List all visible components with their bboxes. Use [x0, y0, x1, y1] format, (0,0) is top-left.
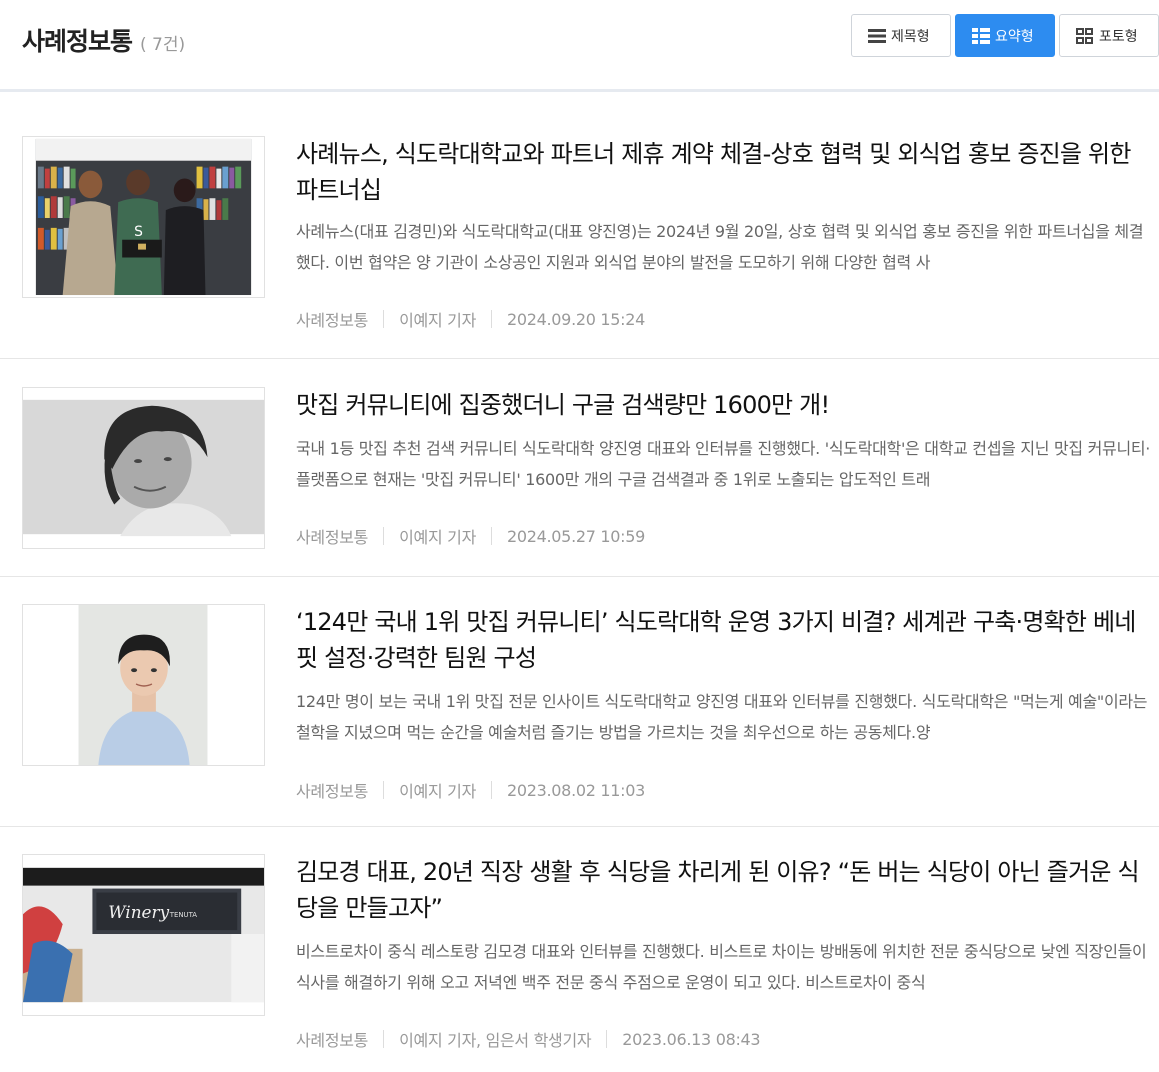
- article-meta: 사례정보통 이예지 기자 2024.09.20 15:24: [296, 307, 645, 331]
- article-item[interactable]: S 사례뉴스, 식도락대학교와 파트너 제휴 계약 체결-상호 협력 및 외식업…: [0, 92, 1159, 359]
- article-content: 김모경 대표, 20년 직장 생활 후 식당을 차리게 된 이유? “돈 버는 …: [296, 854, 1154, 998]
- article-author: 이예지 기자: [399, 311, 476, 330]
- article-title[interactable]: 김모경 대표, 20년 직장 생활 후 식당을 차리게 된 이유? “돈 버는 …: [296, 854, 1154, 926]
- article-date: 2023.08.02 11:03: [507, 780, 646, 800]
- article-thumbnail[interactable]: S: [22, 136, 265, 298]
- article-item[interactable]: ‘124만 국내 1위 맛집 커뮤니티’ 식도락대학 운영 3가지 비결? 세계…: [0, 577, 1159, 827]
- sign-subtext: TENUTA: [169, 911, 198, 919]
- meta-divider: [491, 781, 492, 799]
- article-author: 이예지 기자, 임은서 학생기자: [399, 1031, 592, 1050]
- article-date: 2023.06.13 08:43: [622, 1029, 761, 1049]
- article-thumbnail[interactable]: [22, 604, 265, 766]
- page-heading: 사례정보통 ( 7건): [22, 22, 185, 58]
- article-section: 사례정보통: [296, 311, 369, 330]
- article-section: 사례정보통: [296, 782, 369, 801]
- article-meta: 사례정보통 이예지 기자 2023.08.02 11:03: [296, 778, 645, 802]
- page-header: 사례정보통 ( 7건) 제목형 요약형 포토형: [0, 0, 1159, 92]
- meta-divider: [383, 310, 385, 328]
- article-thumbnail[interactable]: [22, 387, 265, 549]
- article-summary[interactable]: 124만 명이 보는 국내 1위 맛집 전문 인사이트 식도락대학교 양진영 대…: [296, 686, 1154, 748]
- page-title: 사례정보통: [22, 27, 133, 56]
- photo-view-label: 포토형: [1099, 27, 1138, 44]
- article-content: ‘124만 국내 1위 맛집 커뮤니티’ 식도락대학 운영 3가지 비결? 세계…: [296, 604, 1154, 748]
- article-meta: 사례정보통 이예지 기자, 임은서 학생기자 2023.06.13 08:43: [296, 1027, 761, 1051]
- summary-view-button[interactable]: 요약형: [955, 14, 1055, 57]
- title-view-label: 제목형: [891, 27, 930, 44]
- meta-divider: [606, 1030, 608, 1048]
- article-section: 사례정보통: [296, 528, 369, 547]
- article-summary[interactable]: 사례뉴스(대표 김경민)와 식도락대학교(대표 양진영)는 2024년 9월 2…: [296, 216, 1154, 278]
- photo-view-button[interactable]: 포토형: [1059, 14, 1159, 57]
- article-content: 사례뉴스, 식도락대학교와 파트너 제휴 계약 체결-상호 협력 및 외식업 홍…: [296, 136, 1154, 278]
- article-section: 사례정보통: [296, 1031, 369, 1050]
- article-author: 이예지 기자: [399, 528, 476, 547]
- meta-divider: [491, 527, 492, 545]
- svg-text:S: S: [134, 224, 143, 240]
- view-mode-toggle: 제목형 요약형 포토형: [851, 14, 1159, 57]
- meta-divider: [491, 310, 492, 328]
- article-content: 맛집 커뮤니티에 집중했더니 구글 검색량만 1600만 개! 국내 1등 맛집…: [296, 387, 1154, 495]
- summary-view-label: 요약형: [995, 27, 1034, 44]
- article-count: ( 7건): [140, 35, 186, 55]
- article-author: 이예지 기자: [399, 782, 476, 801]
- summary-list-icon: [972, 27, 990, 44]
- article-title[interactable]: 사례뉴스, 식도락대학교와 파트너 제휴 계약 체결-상호 협력 및 외식업 홍…: [296, 136, 1154, 208]
- grid-icon: [1076, 27, 1094, 44]
- article-thumbnail[interactable]: Winery TENUTA: [22, 854, 265, 1016]
- title-view-button[interactable]: 제목형: [851, 14, 951, 57]
- meta-divider: [383, 781, 385, 799]
- article-title[interactable]: ‘124만 국내 1위 맛집 커뮤니티’ 식도락대학 운영 3가지 비결? 세계…: [296, 604, 1154, 676]
- article-meta: 사례정보통 이예지 기자 2024.05.27 10:59: [296, 524, 645, 548]
- article-list: S 사례뉴스, 식도락대학교와 파트너 제휴 계약 체결-상호 협력 및 외식업…: [0, 92, 1159, 1067]
- article-item[interactable]: 맛집 커뮤니티에 집중했더니 구글 검색량만 1600만 개! 국내 1등 맛집…: [0, 359, 1159, 577]
- article-summary[interactable]: 비스트로차이 중식 레스토랑 김모경 대표와 인터뷰를 진행했다. 비스트로 차…: [296, 936, 1154, 998]
- article-date: 2024.09.20 15:24: [507, 309, 646, 329]
- article-summary[interactable]: 국내 1등 맛집 추천 검색 커뮤니티 식도락대학 양진영 대표와 인터뷰를 진…: [296, 433, 1154, 495]
- article-date: 2024.05.27 10:59: [507, 526, 646, 546]
- list-icon: [868, 28, 886, 44]
- article-item[interactable]: Winery TENUTA 김모경 대표, 20년 직장 생활 후 식당을 차리…: [0, 827, 1159, 1067]
- meta-divider: [383, 527, 385, 545]
- article-title[interactable]: 맛집 커뮤니티에 집중했더니 구글 검색량만 1600만 개!: [296, 387, 1154, 423]
- sign-text: Winery: [108, 902, 169, 922]
- meta-divider: [383, 1030, 385, 1048]
